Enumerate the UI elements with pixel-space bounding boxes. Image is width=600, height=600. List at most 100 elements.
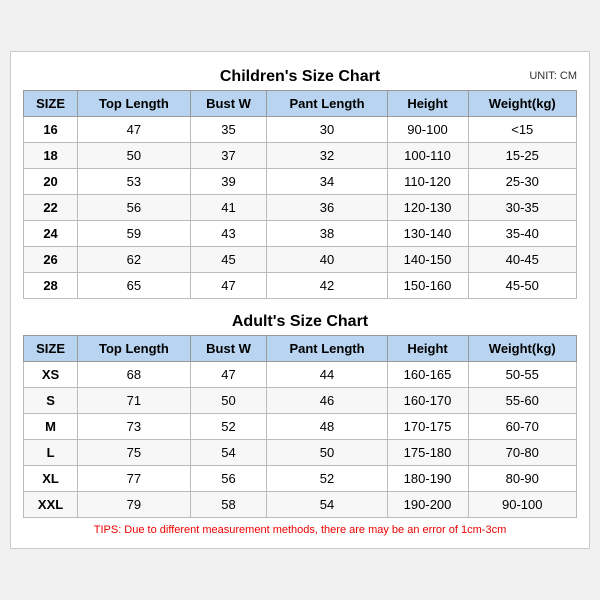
data-cell: 77: [78, 466, 191, 492]
size-cell: XL: [24, 466, 78, 492]
size-cell: 26: [24, 247, 78, 273]
size-cell: 20: [24, 169, 78, 195]
table-row: 28654742150-16045-50: [24, 273, 577, 299]
data-cell: 42: [267, 273, 387, 299]
table-row: XL775652180-19080-90: [24, 466, 577, 492]
col-header-pant-length: Pant Length: [267, 91, 387, 117]
data-cell: 15-25: [468, 143, 576, 169]
size-cell: XXL: [24, 492, 78, 518]
size-cell: 18: [24, 143, 78, 169]
data-cell: 190-200: [387, 492, 468, 518]
data-cell: 32: [267, 143, 387, 169]
table-row: 20533934110-12025-30: [24, 169, 577, 195]
data-cell: 60-70: [468, 414, 576, 440]
col-header-top-length: Top Length: [78, 91, 191, 117]
data-cell: 47: [78, 117, 191, 143]
data-cell: 79: [78, 492, 191, 518]
data-cell: 45-50: [468, 273, 576, 299]
data-cell: 55-60: [468, 388, 576, 414]
data-cell: 50-55: [468, 362, 576, 388]
adult-col-header-height: Height: [387, 336, 468, 362]
data-cell: 46: [267, 388, 387, 414]
data-cell: 62: [78, 247, 191, 273]
data-cell: 54: [190, 440, 267, 466]
data-cell: 43: [190, 221, 267, 247]
size-cell: 28: [24, 273, 78, 299]
data-cell: 110-120: [387, 169, 468, 195]
data-cell: 170-175: [387, 414, 468, 440]
data-cell: 130-140: [387, 221, 468, 247]
data-cell: 175-180: [387, 440, 468, 466]
data-cell: 40: [267, 247, 387, 273]
table-row: 22564136120-13030-35: [24, 195, 577, 221]
col-header-size: SIZE: [24, 91, 78, 117]
data-cell: 150-160: [387, 273, 468, 299]
tips-text: TIPS: Due to different measurement metho…: [23, 518, 577, 538]
data-cell: 38: [267, 221, 387, 247]
data-cell: 47: [190, 362, 267, 388]
adult-size-table: SIZE Top Length Bust W Pant Length Heigh…: [23, 335, 577, 518]
data-cell: 35: [190, 117, 267, 143]
data-cell: 56: [190, 466, 267, 492]
data-cell: 58: [190, 492, 267, 518]
data-cell: 180-190: [387, 466, 468, 492]
data-cell: 75: [78, 440, 191, 466]
data-cell: 30-35: [468, 195, 576, 221]
data-cell: 70-80: [468, 440, 576, 466]
data-cell: 36: [267, 195, 387, 221]
data-cell: 54: [267, 492, 387, 518]
data-cell: 56: [78, 195, 191, 221]
data-cell: 35-40: [468, 221, 576, 247]
col-header-bust-w: Bust W: [190, 91, 267, 117]
table-row: 18503732100-11015-25: [24, 143, 577, 169]
data-cell: 160-165: [387, 362, 468, 388]
size-cell: S: [24, 388, 78, 414]
adult-title-text: Adult's Size Chart: [232, 313, 368, 330]
table-row: XXL795854190-20090-100: [24, 492, 577, 518]
size-cell: 24: [24, 221, 78, 247]
data-cell: 50: [190, 388, 267, 414]
table-row: S715046160-17055-60: [24, 388, 577, 414]
data-cell: 53: [78, 169, 191, 195]
data-cell: 90-100: [387, 117, 468, 143]
data-cell: 50: [78, 143, 191, 169]
table-row: 24594338130-14035-40: [24, 221, 577, 247]
data-cell: 48: [267, 414, 387, 440]
data-cell: 25-30: [468, 169, 576, 195]
data-cell: 65: [78, 273, 191, 299]
chart-container: Children's Size Chart UNIT: CM SIZE Top …: [10, 51, 590, 549]
adult-col-header-bust-w: Bust W: [190, 336, 267, 362]
data-cell: 120-130: [387, 195, 468, 221]
table-row: 26624540140-15040-45: [24, 247, 577, 273]
data-cell: 39: [190, 169, 267, 195]
data-cell: 34: [267, 169, 387, 195]
data-cell: 52: [190, 414, 267, 440]
children-title-text: Children's Size Chart: [220, 68, 380, 85]
data-cell: 73: [78, 414, 191, 440]
adult-col-header-top-length: Top Length: [78, 336, 191, 362]
size-cell: M: [24, 414, 78, 440]
children-header-row: SIZE Top Length Bust W Pant Length Heigh…: [24, 91, 577, 117]
data-cell: 50: [267, 440, 387, 466]
adult-col-header-size: SIZE: [24, 336, 78, 362]
data-cell: 45: [190, 247, 267, 273]
adult-col-header-pant-length: Pant Length: [267, 336, 387, 362]
adult-header-row: SIZE Top Length Bust W Pant Length Heigh…: [24, 336, 577, 362]
data-cell: <15: [468, 117, 576, 143]
table-row: 1647353090-100<15: [24, 117, 577, 143]
adult-section-title: Adult's Size Chart: [23, 307, 577, 335]
table-row: L755450175-18070-80: [24, 440, 577, 466]
col-header-weight: Weight(kg): [468, 91, 576, 117]
data-cell: 160-170: [387, 388, 468, 414]
data-cell: 41: [190, 195, 267, 221]
size-cell: 16: [24, 117, 78, 143]
data-cell: 68: [78, 362, 191, 388]
data-cell: 80-90: [468, 466, 576, 492]
data-cell: 37: [190, 143, 267, 169]
data-cell: 90-100: [468, 492, 576, 518]
table-row: XS684744160-16550-55: [24, 362, 577, 388]
data-cell: 47: [190, 273, 267, 299]
data-cell: 40-45: [468, 247, 576, 273]
data-cell: 30: [267, 117, 387, 143]
size-cell: 22: [24, 195, 78, 221]
